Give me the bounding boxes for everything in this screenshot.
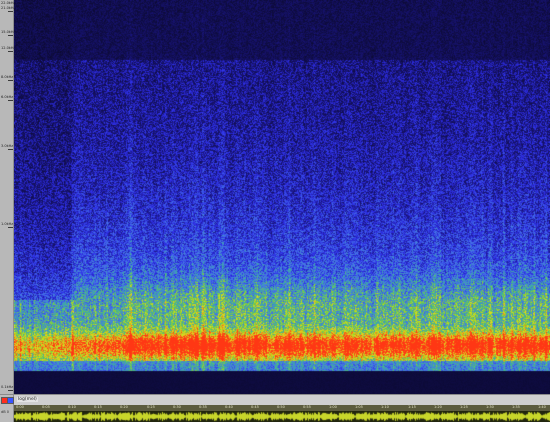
color-swatch-low[interactable] (7, 397, 14, 404)
db-readout: dB 0 (1, 410, 9, 414)
time-tick-label: 1:10 (381, 405, 389, 409)
frequency-tick-mark (8, 227, 13, 228)
time-tick-label: 0:55 (303, 405, 311, 409)
time-tick-label: 0:40 (225, 405, 233, 409)
frequency-tick-label: 8.0kHz (1, 75, 14, 79)
time-tick-label: 1:40 (538, 405, 546, 409)
time-tick-label: 1:15 (408, 405, 416, 409)
time-tick-label: 1:25 (460, 405, 468, 409)
time-tick-label: 0:25 (147, 405, 155, 409)
time-tick-label: 1:00 (329, 405, 337, 409)
frequency-tick-mark (8, 80, 13, 81)
time-tick-label: 0:10 (68, 405, 76, 409)
frequency-tick-mark (8, 390, 13, 391)
time-tick-label: 0:35 (199, 405, 207, 409)
frequency-tick-label: 0.1kHz (1, 385, 14, 389)
time-tick-label: 0:20 (120, 405, 128, 409)
frequency-tick-mark (8, 11, 13, 12)
frequency-tick-mark (8, 35, 13, 36)
time-tick-label: 1:05 (355, 405, 363, 409)
frequency-tick-label: 1.0kHz (1, 222, 14, 226)
time-tick-label: 0:15 (94, 405, 102, 409)
frequency-tick-label: 6.0kHz (1, 95, 14, 99)
scale-label[interactable]: log(mel) (17, 397, 38, 402)
time-tick-label: 0:50 (277, 405, 285, 409)
time-tick-label: 0:45 (251, 405, 259, 409)
waveform-overview[interactable] (14, 411, 550, 422)
color-legend-widget[interactable]: dB 0 (0, 395, 14, 422)
frequency-tick-mark (8, 51, 13, 52)
time-tick-label: 1:35 (512, 405, 520, 409)
frequency-ruler[interactable]: 22.0kHz 21.0kHz 15.0kHz 12.0kHz 8.0kHz 6.0kH… (0, 0, 15, 394)
frequency-tick-mark (8, 100, 13, 101)
time-tick-label: 0:05 (42, 405, 50, 409)
frequency-tick-mark (8, 149, 13, 150)
frequency-tick-label: 3.0kHz (1, 144, 14, 148)
spectrogram-view[interactable] (14, 0, 550, 394)
time-tick-label: 0:00 (16, 405, 24, 409)
time-tick-label: 1:30 (486, 405, 494, 409)
bottom-bar: dB 0 log(mel) 0:00 0:05 0:10 0:15 0:20 0:25 0:… (0, 394, 550, 422)
time-tick-label: 1:20 (434, 405, 442, 409)
time-tick-label: 0:30 (173, 405, 181, 409)
